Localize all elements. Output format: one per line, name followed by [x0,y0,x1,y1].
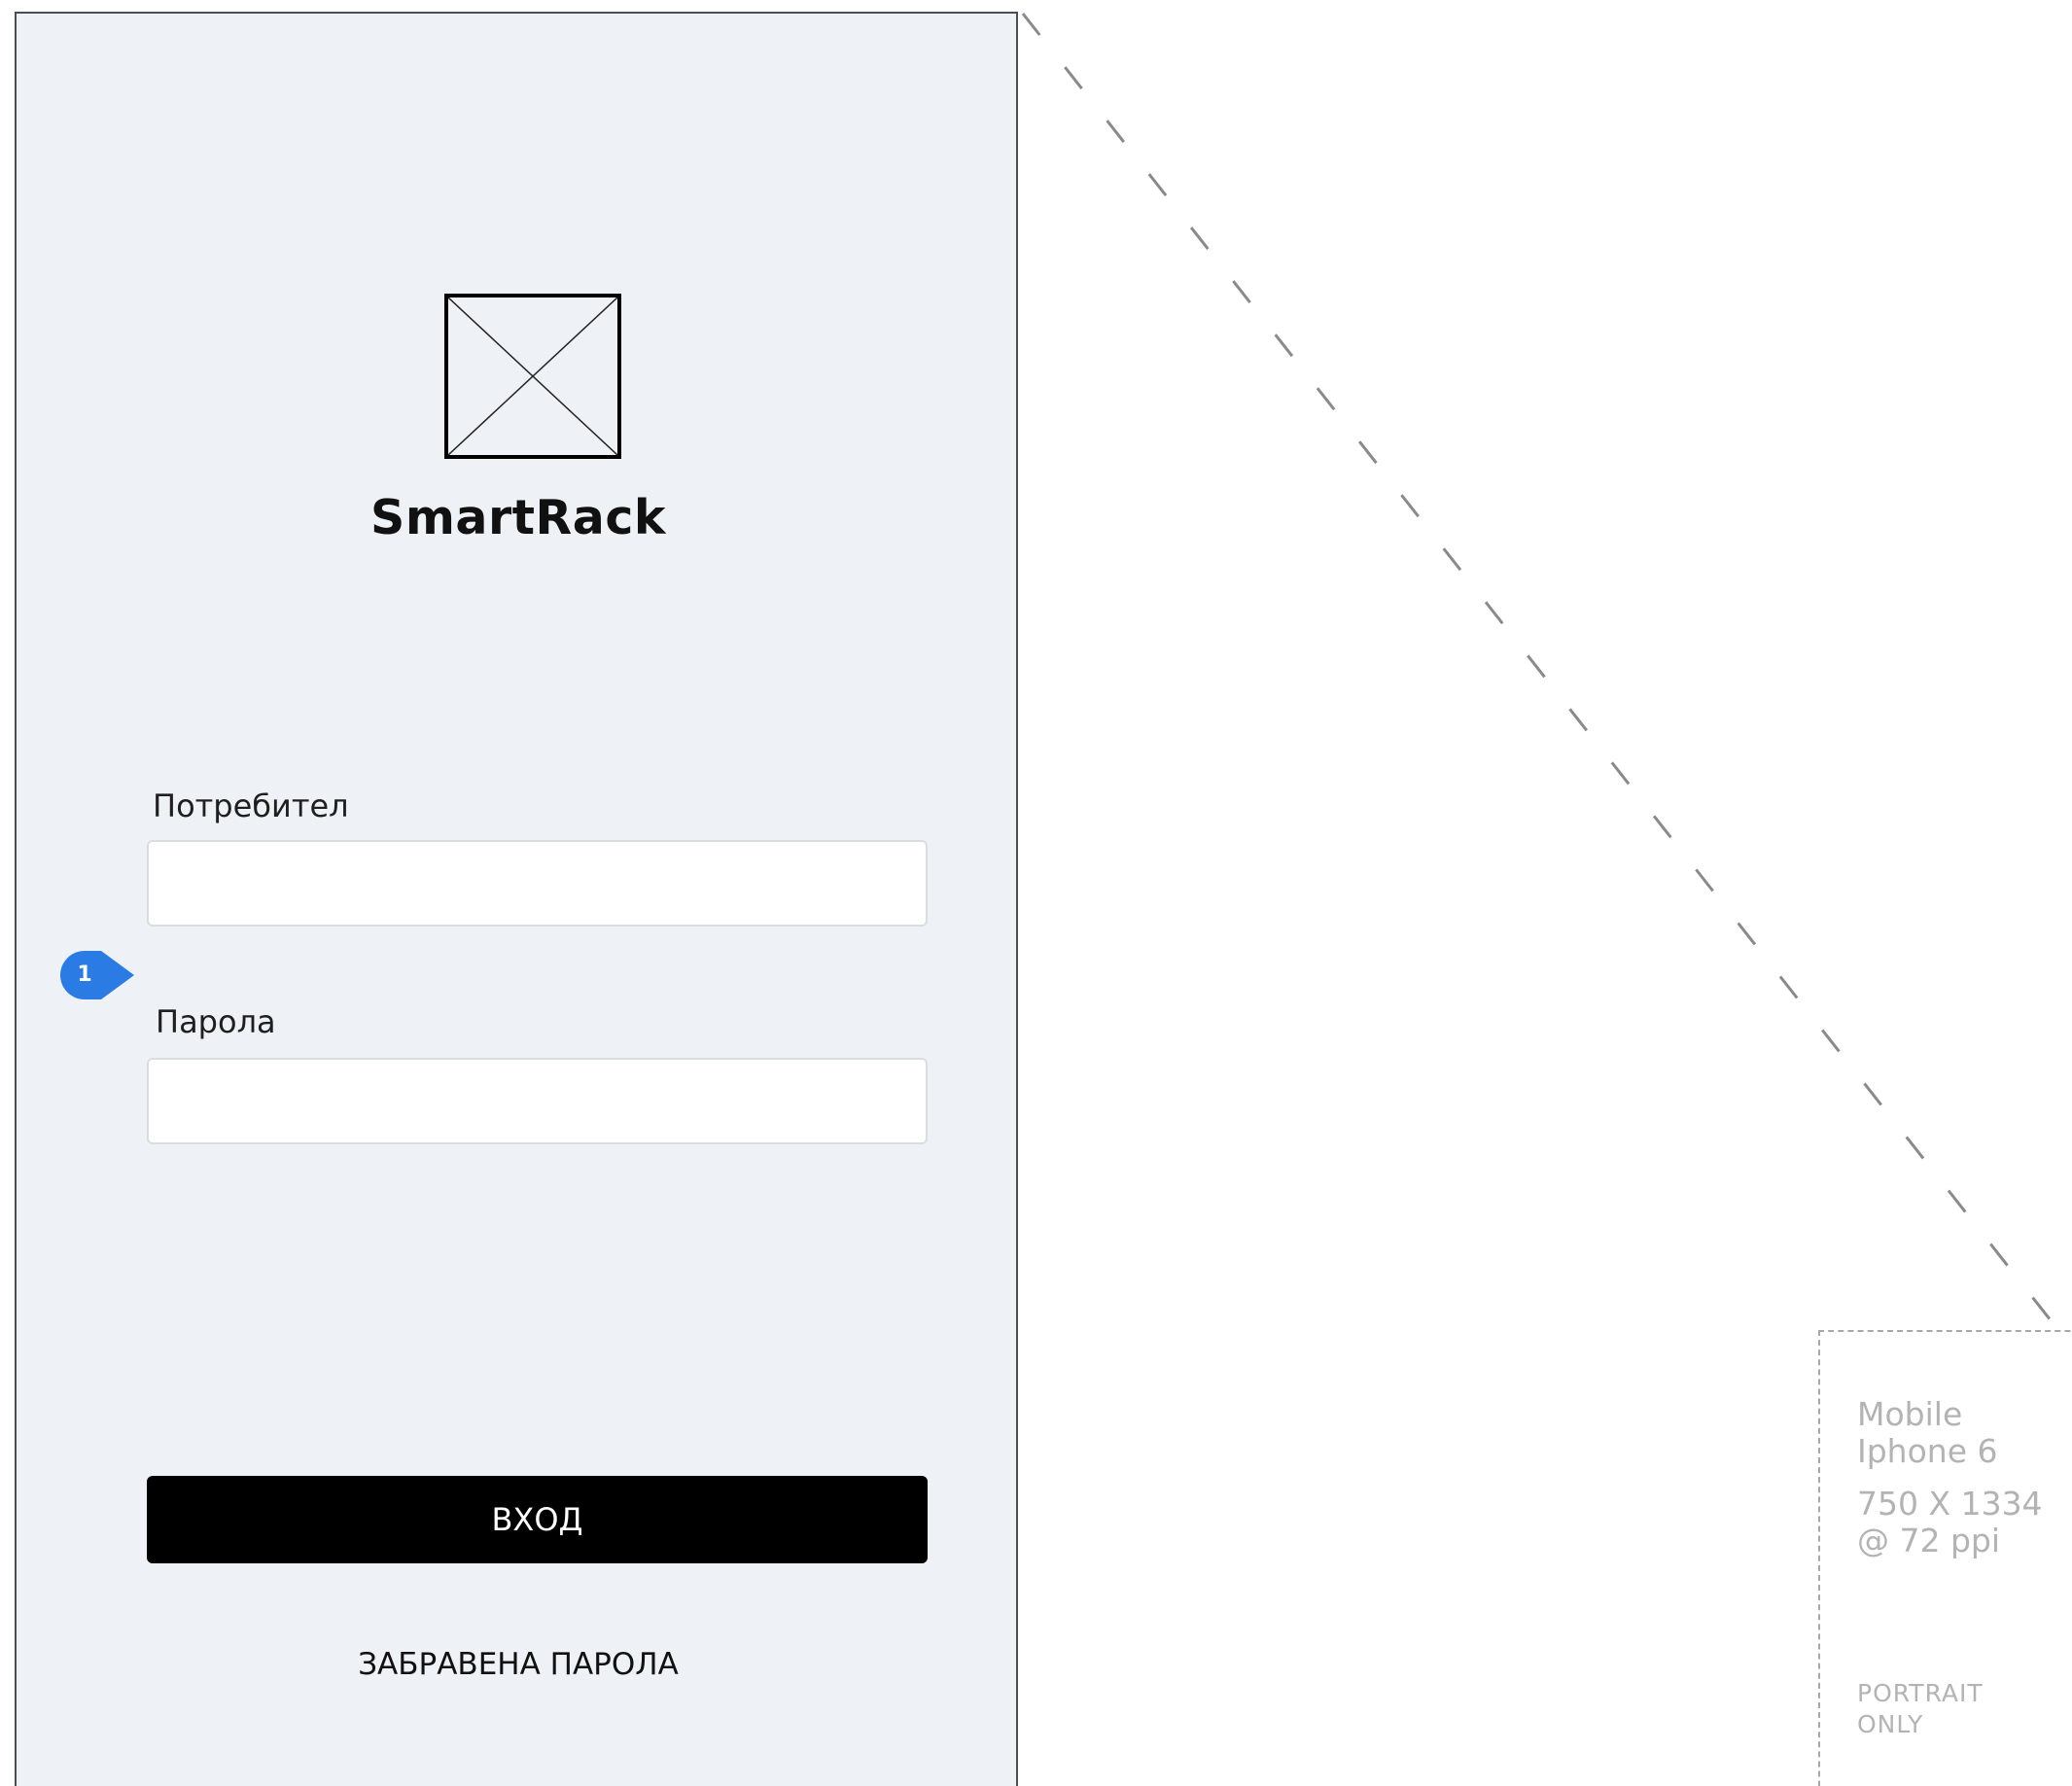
device-type: Mobile [1857,1395,1963,1433]
device-resolution: 750 X 1334 [1857,1485,2043,1523]
app-title: SmartRack [370,490,666,545]
device-orientation-line1: PORTRAIT [1857,1679,1984,1707]
device-model: Iphone 6 [1857,1432,1998,1470]
canvas: SmartRack Потребител Парола ВХОД ЗАБРАВЕ… [0,0,2072,1786]
password-input[interactable] [147,1058,928,1144]
annotation-number: 1 [77,963,92,987]
image-placeholder-icon [444,294,621,459]
mobile-artboard: SmartRack Потребител Парола ВХОД ЗАБРАВЕ… [15,12,1018,1786]
device-info-box: Mobile Iphone 6 750 X 1334 @ 72 ppi PORT… [1818,1330,2072,1786]
username-input[interactable] [147,840,928,927]
device-orientation-line2: ONLY [1857,1710,1924,1738]
password-label: Парола [156,1003,276,1040]
forgot-password-link[interactable]: ЗАБРАВЕНА ПАРОЛА [17,1647,1020,1682]
login-button[interactable]: ВХОД [147,1476,928,1563]
username-label: Потребител [153,788,349,824]
device-density: @ 72 ppi [1857,1522,2001,1559]
